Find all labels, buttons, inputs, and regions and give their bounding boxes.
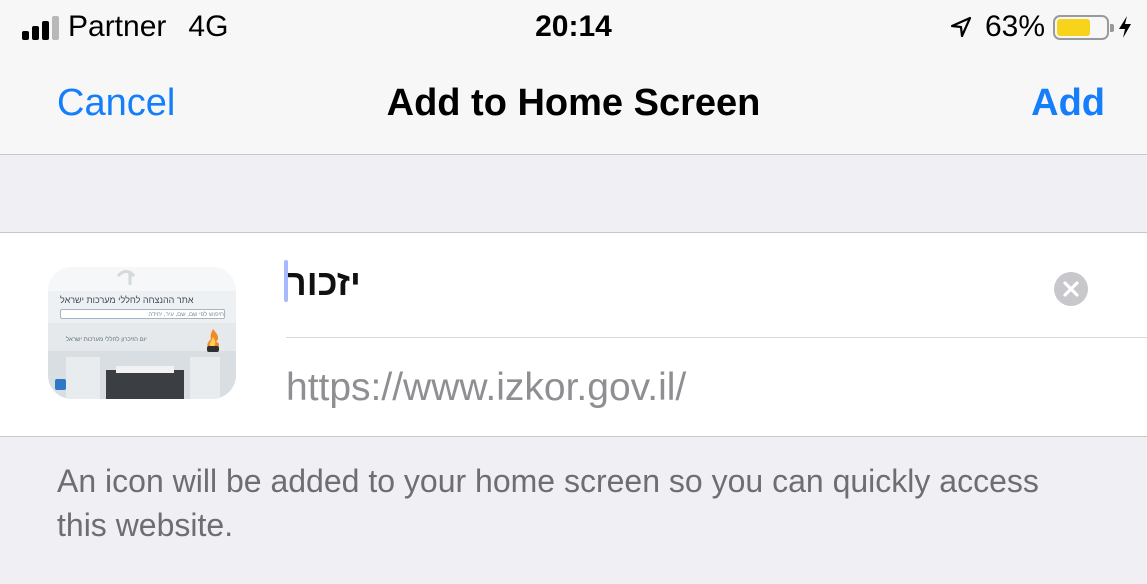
status-bar: Partner 4G 20:14 63%: [0, 0, 1147, 52]
navigation-bar: Cancel Add to Home Screen Add: [0, 52, 1147, 155]
battery-level-fill: [1057, 18, 1090, 36]
website-url: https://www.izkor.gov.il/: [286, 366, 687, 409]
page-title: Add to Home Screen: [386, 82, 761, 124]
field-divider: [286, 337, 1147, 338]
thumbnail-search-box: חיפוש לפי שם, שם, עיר, יחידה: [60, 309, 225, 319]
bookmark-form: אתר ההנצחה לחללי מערכות ישראל חיפוש לפי …: [0, 232, 1147, 437]
memorial-flame-icon: [207, 329, 220, 352]
status-right: 63%: [949, 10, 1133, 44]
home-screen-description: An icon will be added to your home scree…: [57, 463, 1039, 543]
name-input[interactable]: יזכור: [284, 250, 1096, 315]
accessibility-icon: [55, 379, 66, 390]
add-button[interactable]: Add: [1031, 82, 1105, 125]
location-arrow-icon: [950, 16, 972, 38]
clear-text-icon: [1063, 281, 1079, 297]
website-thumbnail: אתר ההנצחה לחללי מערכות ישראל חיפוש לפי …: [48, 267, 236, 399]
clear-text-button[interactable]: [1054, 272, 1088, 306]
battery-nub: [1110, 23, 1114, 32]
battery-icon: [1053, 14, 1114, 40]
thumbnail-subtext: יום הזיכרון לחללי מערכות ישראל: [66, 337, 147, 343]
charging-bolt-icon: [1119, 16, 1131, 38]
thumbnail-heading: אתר ההנצחה לחללי מערכות ישראל: [60, 295, 194, 305]
text-cursor: [284, 260, 288, 302]
battery-percentage: 63%: [984, 10, 1045, 43]
name-input-value: יזכור: [286, 262, 361, 303]
